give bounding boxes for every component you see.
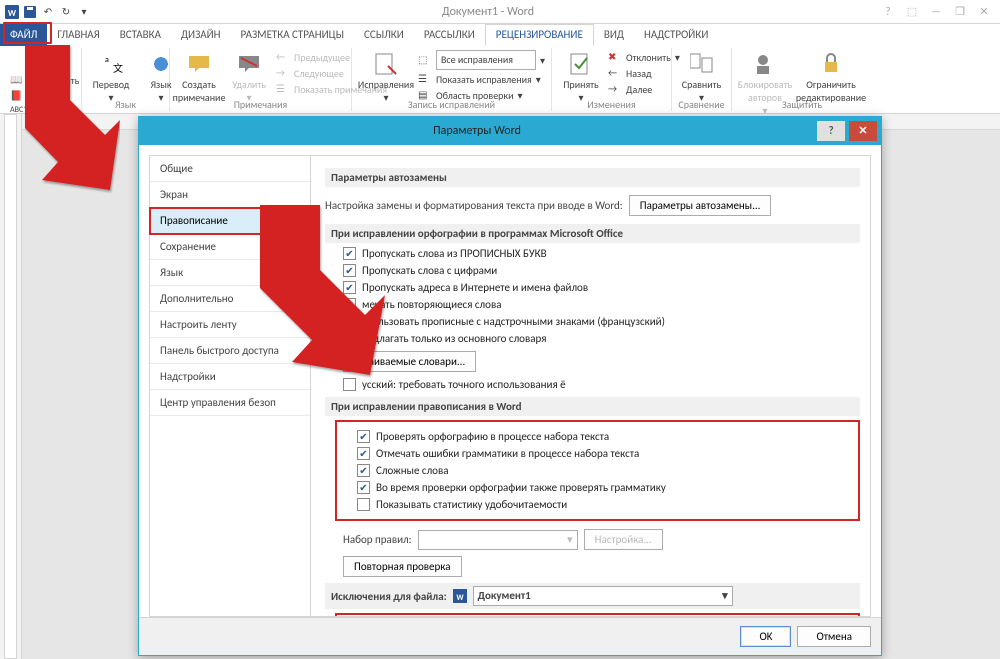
undo-icon[interactable]: ↶ [40,4,56,20]
tab-refs[interactable]: ССЫЛКИ [354,24,414,46]
save-icon[interactable] [22,4,38,20]
chk-readability-label: Показывать статистику удобочитаемости [376,498,567,511]
group-protect-label: Защитить [732,98,872,111]
chk-check-grammar[interactable]: ✔ [357,447,370,460]
group-comments-label: Примечания [170,98,351,111]
tab-design[interactable]: ДИЗАЙН [171,24,231,46]
word-icon: W [4,4,20,20]
section-autocorrect-head: Параметры автозамены [325,168,860,187]
qat-dropdown-icon[interactable]: ▾ [76,4,92,20]
vertical-ruler: 1 2 3 4 5 6 7 8 [0,114,22,659]
display-dropdown[interactable]: ⬚Все исправления▾ [418,50,545,70]
maximize-icon[interactable]: ❐ [952,5,968,18]
cancel-button[interactable]: Отмена [797,626,871,647]
ribbon: ABC 📖Определить 📕Тезаурус ABC123Статисти… [0,46,1000,114]
minimize-icon[interactable]: — [928,5,944,18]
nav-trust-center[interactable]: Центр управления безоп [150,390,310,416]
document-title: Документ1 - Word [96,5,880,19]
ribbon-tabs: ФАЙЛ ГЛАВНАЯ ВСТАВКА ДИЗАЙН РАЗМЕТКА СТР… [0,24,1000,46]
autocorrect-options-button[interactable]: Параметры автозамены... [629,195,772,216]
group-tracking-label: Запись исправлений [352,98,551,111]
chk-check-grammar-label: Отмечать ошибки грамматики в процессе на… [376,447,639,460]
reject-button[interactable]: ✖Отклонить ▾ [608,50,680,64]
dialog-footer: OK Отмена [139,617,881,655]
chk-compound-label: Сложные слова [376,464,449,477]
chk-check-spelling-label: Проверять орфографию в процессе набора т… [376,430,609,443]
dialog-title: Параметры Word [139,124,815,138]
nav-general[interactable]: Общие [150,156,310,182]
section-word-spell-head: При исправлении правописания в Word [325,397,860,416]
chk-also-grammar-label: Во время проверки орфографии также прове… [376,481,666,494]
arrow-proofing [250,200,400,380]
section-exceptions-head: Исключения для файла:WДокумент1▾ [325,583,860,609]
arrow-file [10,40,120,194]
show-markup-button[interactable]: ☰Показать исправления ▾ [418,72,545,86]
tab-layout[interactable]: РАЗМЕТКА СТРАНИЦЫ [231,24,355,46]
ribbon-collapse-icon[interactable]: ⬚ [904,5,920,18]
recheck-button[interactable]: Повторная проверка [343,556,462,577]
exceptions-file-dropdown[interactable]: Документ1▾ [473,586,733,606]
rules-dropdown: ▾ [418,530,578,550]
chk-check-spelling[interactable]: ✔ [357,430,370,443]
chk-compound[interactable]: ✔ [357,464,370,477]
rules-label: Набор правил: [343,533,412,546]
dialog-close-button[interactable]: ✕ [849,121,877,141]
svg-text:W: W [456,593,464,603]
chk-readability[interactable] [357,498,370,511]
svg-text:W: W [8,8,17,19]
redo-icon[interactable]: ↻ [58,4,74,20]
dialog-titlebar[interactable]: Параметры Word ? ✕ [139,117,881,145]
rules-settings-button: Настройка... [584,529,663,550]
section-office-spell-head: При исправлении орфографии в программах … [325,224,860,243]
word-doc-icon: W [453,589,467,603]
word-options-dialog: Параметры Word ? ✕ Общие Экран Правописа… [138,116,882,656]
ok-button[interactable]: OK [740,626,791,647]
titlebar: W ↶ ↻ ▾ Документ1 - Word ? ⬚ — ❐ ✕ [0,0,1000,24]
spell-options-highlight: ✔ Проверять орфографию в процессе набора … [335,420,860,521]
tab-mailings[interactable]: РАССЫЛКИ [414,24,485,46]
close-icon[interactable]: ✕ [976,5,992,18]
help-icon[interactable]: ? [880,5,896,18]
chk-also-grammar[interactable]: ✔ [357,481,370,494]
dialog-help-button[interactable]: ? [817,121,845,141]
chk-french-label: спользовать прописные с надстрочными зна… [362,315,665,328]
back-button[interactable]: ←Назад [608,66,680,80]
group-compare-label: Сравнение [672,98,731,111]
group-changes-label: Изменения [552,98,671,111]
tab-review[interactable]: РЕЦЕНЗИРОВАНИЕ [485,24,594,46]
next-change-button[interactable]: →Далее [608,82,680,96]
tab-view[interactable]: ВИД [594,24,634,46]
exceptions-highlight: Скрыть орфографические ошибки только в э… [335,613,860,617]
tab-addins[interactable]: НАДСТРОЙКИ [634,24,718,46]
